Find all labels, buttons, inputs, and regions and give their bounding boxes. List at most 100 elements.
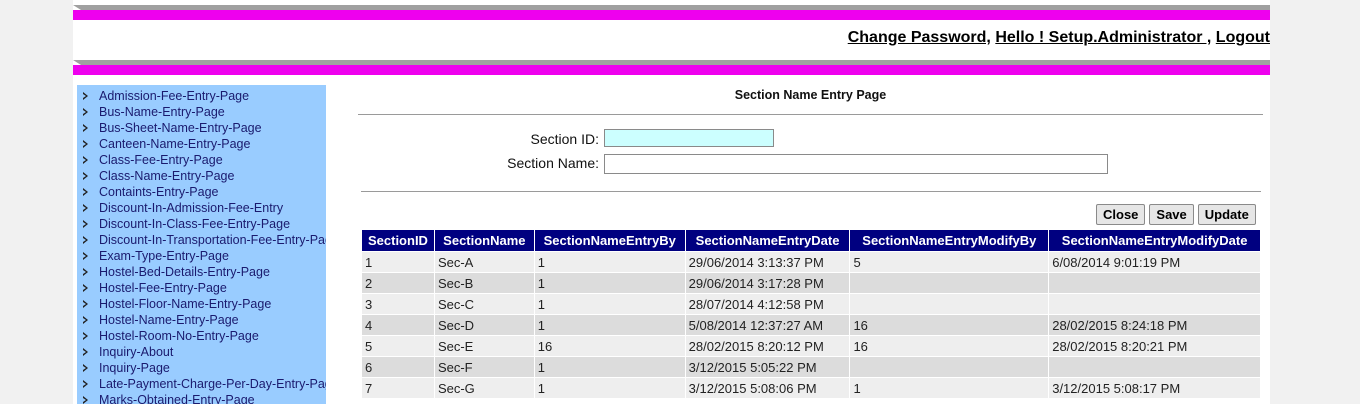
section-name-row: Section Name: xyxy=(358,155,605,171)
close-button[interactable]: Close xyxy=(1096,204,1146,225)
sidebar-item[interactable]: Inquiry-Page xyxy=(83,360,326,376)
sidebar-item-label: Bus-Sheet-Name-Entry-Page xyxy=(99,121,262,135)
sidebar-item[interactable]: Marks-Obtained-Entry-Page xyxy=(83,392,326,404)
section-table: SectionID SectionName SectionNameEntryBy Se… xyxy=(361,229,1261,399)
column-header[interactable]: SectionNameEntryDate xyxy=(684,229,851,252)
table-row[interactable]: 2 Sec-B 1 29/06/2014 3:17:28 PM xyxy=(361,272,1261,294)
sidebar-item-label: Class-Fee-Entry-Page xyxy=(99,153,223,167)
action-buttons: Close Save Update xyxy=(1096,204,1256,225)
triangle-right-icon xyxy=(83,140,88,148)
table-cell: Sec-A xyxy=(433,251,535,273)
table-header-row: SectionID SectionName SectionNameEntryBy Se… xyxy=(361,229,1261,252)
sidebar-item[interactable]: Hostel-Floor-Name-Entry-Page xyxy=(83,296,326,312)
table-cell: Sec-F xyxy=(433,356,535,378)
update-button[interactable]: Update xyxy=(1197,204,1256,225)
sidebar-menu: Admission-Fee-Entry-Page Bus-Name-Entry-P… xyxy=(77,85,326,404)
sidebar-item[interactable]: Class-Fee-Entry-Page xyxy=(83,152,326,168)
table-cell xyxy=(849,272,1050,294)
table-cell xyxy=(1048,293,1261,315)
sidebar-item[interactable]: Inquiry-About xyxy=(83,344,326,360)
table-cell xyxy=(1048,356,1261,378)
table-row[interactable]: 4 Sec-D 1 5/08/2014 12:37:27 AM 16 28/02/2015… xyxy=(361,314,1261,336)
sidebar-item[interactable]: Hostel-Room-No-Entry-Page xyxy=(83,328,326,344)
main-content: Section Name Entry Page Section ID: Sect… xyxy=(358,85,1264,399)
table-row[interactable]: 3 Sec-C 1 28/07/2014 4:12:58 PM xyxy=(361,293,1261,315)
section-id-input[interactable] xyxy=(604,129,774,147)
table-cell: 7 xyxy=(361,377,435,399)
sidebar-item[interactable]: Late-Payment-Charge-Per-Day-Entry-Page xyxy=(83,376,326,392)
table-cell: Sec-E xyxy=(433,335,535,357)
table-header: SectionID SectionName SectionNameEntryBy Se… xyxy=(361,229,1261,252)
table-cell: 5/08/2014 12:37:27 AM xyxy=(684,314,851,336)
table-cell: 3 xyxy=(361,293,435,315)
sidebar-item[interactable]: Exam-Type-Entry-Page xyxy=(83,248,326,264)
table-cell: 5 xyxy=(361,335,435,357)
column-header[interactable]: SectionNameEntryModifyBy xyxy=(849,229,1050,252)
section-id-label: Section ID: xyxy=(530,131,599,147)
section-name-input[interactable] xyxy=(604,154,1108,174)
table-cell xyxy=(849,356,1050,378)
table-cell: 29/06/2014 3:13:37 PM xyxy=(684,251,851,273)
table-cell: 1 xyxy=(533,314,686,336)
sidebar-item[interactable]: Hostel-Name-Entry-Page xyxy=(83,312,326,328)
column-header[interactable]: SectionID xyxy=(361,229,435,252)
table-cell: 6/08/2014 9:01:19 PM xyxy=(1048,251,1261,273)
sidebar-item-label: Inquiry-Page xyxy=(99,361,170,375)
save-button[interactable]: Save xyxy=(1149,204,1194,225)
table-cell: 16 xyxy=(849,335,1050,357)
header-links: Change Password, Hello ! Setup.Administr… xyxy=(848,29,1270,47)
sidebar-item-label: Hostel-Fee-Entry-Page xyxy=(99,281,227,295)
table-cell: Sec-C xyxy=(433,293,535,315)
table-cell: 3/12/2015 5:05:22 PM xyxy=(684,356,851,378)
table-row[interactable]: 6 Sec-F 1 3/12/2015 5:05:22 PM xyxy=(361,356,1261,378)
sidebar-item[interactable]: Canteen-Name-Entry-Page xyxy=(83,136,326,152)
logout-link[interactable]: Logout xyxy=(1216,29,1270,46)
sidebar-item[interactable]: Containts-Entry-Page xyxy=(83,184,326,200)
sidebar-item[interactable]: Bus-Sheet-Name-Entry-Page xyxy=(83,120,326,136)
table-body: 1 Sec-A 1 29/06/2014 3:13:37 PM 5 6/08/2014 9… xyxy=(361,251,1261,399)
sidebar-item[interactable]: Admission-Fee-Entry-Page xyxy=(83,88,326,104)
table-cell: 16 xyxy=(849,314,1050,336)
table-row[interactable]: 7 Sec-G 1 3/12/2015 5:08:06 PM 1 3/12/2015 5:… xyxy=(361,377,1261,399)
triangle-right-icon xyxy=(83,284,88,292)
triangle-right-icon xyxy=(83,92,88,100)
sidebar-item[interactable]: Bus-Name-Entry-Page xyxy=(83,104,326,120)
table-cell: 1 xyxy=(361,251,435,273)
triangle-right-icon xyxy=(83,204,88,212)
user-greeting-link[interactable]: Hello ! Setup.Administrator , xyxy=(995,29,1211,46)
table-cell: 28/02/2015 8:20:12 PM xyxy=(684,335,851,357)
triangle-right-icon xyxy=(83,172,88,180)
table-row[interactable]: 1 Sec-A 1 29/06/2014 3:13:37 PM 5 6/08/2014 9… xyxy=(361,251,1261,273)
sidebar-item[interactable]: Discount-In-Class-Fee-Entry-Page xyxy=(83,216,326,232)
sidebar-item[interactable]: Discount-In-Admission-Fee-Entry xyxy=(83,200,326,216)
sidebar-item[interactable]: Class-Name-Entry-Page xyxy=(83,168,326,184)
change-password-link[interactable]: Change Password, xyxy=(848,29,991,46)
sidebar-item-label: Inquiry-About xyxy=(99,345,174,359)
table-cell: 28/07/2014 4:12:58 PM xyxy=(684,293,851,315)
sidebar-item-label: Admission-Fee-Entry-Page xyxy=(99,89,250,103)
sidebar-item[interactable]: Discount-In-Transportation-Fee-Entry-Pag… xyxy=(83,232,326,248)
table-cell: 2 xyxy=(361,272,435,294)
table-row[interactable]: 5 Sec-E 16 28/02/2015 8:20:12 PM 16 28/02/201… xyxy=(361,335,1261,357)
page-title: Section Name Entry Page xyxy=(734,88,887,102)
sidebar-item-label: Marks-Obtained-Entry-Page xyxy=(99,393,255,404)
triangle-right-icon xyxy=(83,316,88,324)
column-header[interactable]: SectionName xyxy=(433,229,535,252)
section-name-label: Section Name: xyxy=(507,155,599,171)
triangle-right-icon xyxy=(83,300,88,308)
triangle-right-icon xyxy=(83,188,88,196)
sidebar-item-label: Canteen-Name-Entry-Page xyxy=(99,137,251,151)
table-cell: 3/12/2015 5:08:06 PM xyxy=(684,377,851,399)
table-cell: Sec-B xyxy=(433,272,535,294)
table-cell: Sec-G xyxy=(433,377,535,399)
page-container: Change Password, Hello ! Setup.Administr… xyxy=(73,0,1270,404)
sidebar-item[interactable]: Hostel-Bed-Details-Entry-Page xyxy=(83,264,326,280)
table-cell: 6 xyxy=(361,356,435,378)
triangle-right-icon xyxy=(83,396,88,404)
sidebar-item[interactable]: Hostel-Fee-Entry-Page xyxy=(83,280,326,296)
column-header[interactable]: SectionNameEntryBy xyxy=(533,229,686,252)
sidebar-item-label: Late-Payment-Charge-Per-Day-Entry-Page xyxy=(99,377,326,391)
table-cell: 4 xyxy=(361,314,435,336)
column-header[interactable]: SectionNameEntryModifyDate xyxy=(1048,229,1261,252)
sidebar-item-label: Discount-In-Admission-Fee-Entry xyxy=(99,201,284,215)
